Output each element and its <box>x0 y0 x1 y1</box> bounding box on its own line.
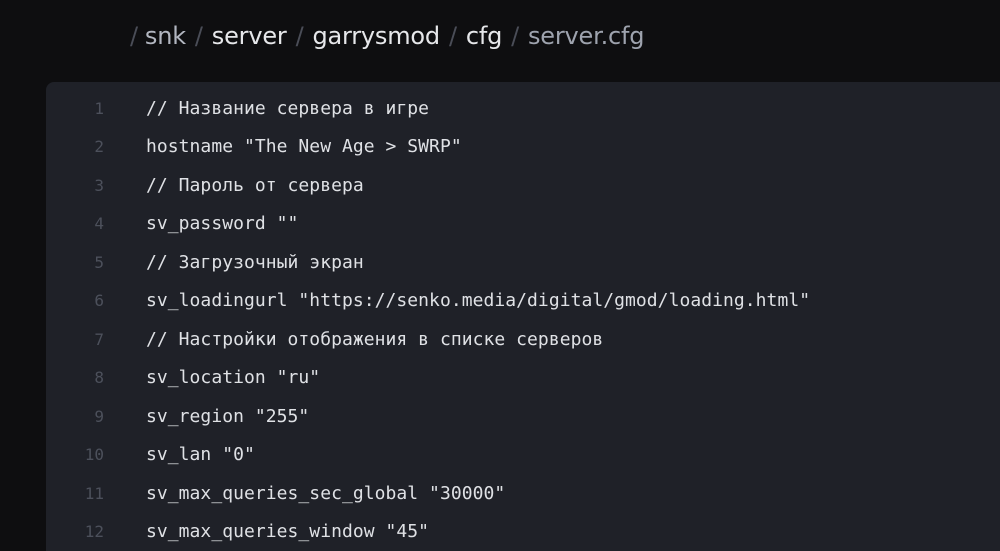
code-lines: 1 // Название сервера в игре 2 hostname … <box>46 89 1000 551</box>
breadcrumb-separator: / <box>295 22 304 50</box>
code-viewer[interactable]: 1 // Название сервера в игре 2 hostname … <box>46 82 1000 551</box>
line-number[interactable]: 2 <box>46 137 104 156</box>
code-line: 10 sv_lan "0" <box>46 436 1000 475</box>
code-line: 9 sv_region "255" <box>46 397 1000 436</box>
code-line: 12 sv_max_queries_window "45" <box>46 513 1000 551</box>
file-viewer-page: / snk / server / garrysmod / cfg / serve… <box>0 0 1000 551</box>
line-text: sv_lan "0" <box>146 444 255 466</box>
line-number[interactable]: 7 <box>46 330 104 349</box>
line-text: sv_password "" <box>146 213 299 235</box>
line-text: // Пароль от сервера <box>146 174 364 196</box>
breadcrumb-separator: / <box>511 22 519 50</box>
code-line: 2 hostname "The New Age > SWRP" <box>46 128 1000 167</box>
line-text: hostname "The New Age > SWRP" <box>146 136 462 158</box>
line-text: // Название сервера в игре <box>146 97 430 119</box>
line-text: sv_location "ru" <box>146 367 321 389</box>
breadcrumb-item-garrysmod[interactable]: garrysmod <box>312 22 440 50</box>
line-number[interactable]: 8 <box>46 368 104 387</box>
line-text: sv_max_queries_sec_global "30000" <box>146 482 506 504</box>
breadcrumb-separator: / <box>130 22 138 50</box>
breadcrumb-item-server[interactable]: server <box>212 22 287 50</box>
code-line: 11 sv_max_queries_sec_global "30000" <box>46 474 1000 513</box>
line-number[interactable]: 11 <box>46 484 104 503</box>
code-line: 8 sv_location "ru" <box>46 359 1000 398</box>
breadcrumb-separator: / <box>448 22 457 50</box>
line-number[interactable]: 5 <box>46 253 104 272</box>
line-number[interactable]: 3 <box>46 176 104 195</box>
line-number[interactable]: 1 <box>46 99 104 118</box>
code-line: 4 sv_password "" <box>46 205 1000 244</box>
code-line: 7 // Настройки отображения в списке серв… <box>46 320 1000 359</box>
line-number[interactable]: 6 <box>46 291 104 310</box>
code-line: 6 sv_loadingurl "https://senko.media/dig… <box>46 282 1000 321</box>
line-number[interactable]: 12 <box>46 522 104 541</box>
line-number[interactable]: 10 <box>46 445 104 464</box>
breadcrumb-current-file: server.cfg <box>528 22 645 50</box>
breadcrumb: / snk / server / garrysmod / cfg / serve… <box>130 18 644 54</box>
line-text: sv_max_queries_window "45" <box>146 521 430 543</box>
line-text: // Настройки отображения в списке сервер… <box>146 328 604 350</box>
line-text: // Загрузочный экран <box>146 251 364 273</box>
code-line: 1 // Название сервера в игре <box>46 89 1000 128</box>
line-number[interactable]: 4 <box>46 214 104 233</box>
line-text: sv_loadingurl "https://senko.media/digit… <box>146 290 811 312</box>
breadcrumb-item-snk[interactable]: snk <box>145 22 186 50</box>
line-text: sv_region "255" <box>146 405 310 427</box>
breadcrumb-separator: / <box>194 22 203 50</box>
code-line: 5 // Загрузочный экран <box>46 243 1000 282</box>
line-number[interactable]: 9 <box>46 407 104 426</box>
breadcrumb-item-cfg[interactable]: cfg <box>466 22 502 50</box>
code-line: 3 // Пароль от сервера <box>46 166 1000 205</box>
